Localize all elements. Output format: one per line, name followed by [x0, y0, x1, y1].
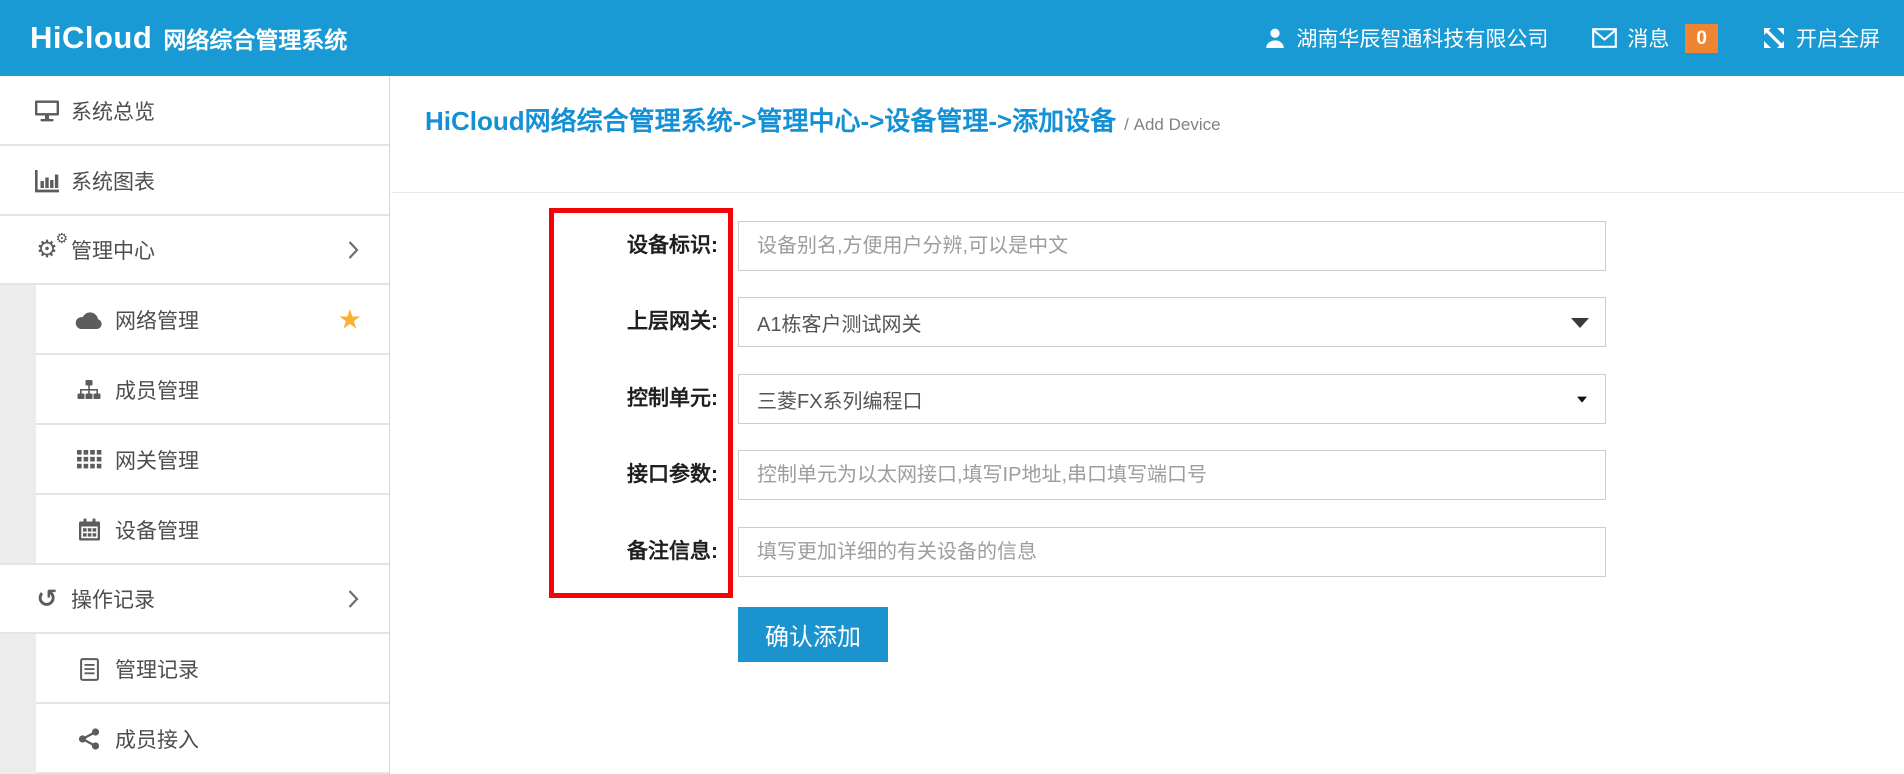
- history-icon: ↺: [32, 587, 62, 612]
- top-bar: HiCloud 网络综合管理系统 湖南华辰智通科技有限公司 消息 0 开启全屏: [0, 0, 1904, 76]
- company-name: 湖南华辰智通科技有限公司: [1296, 23, 1548, 53]
- sidebar-item-label: 操作记录: [71, 584, 155, 614]
- gears-icon: ⚙⚙: [32, 238, 62, 262]
- field-label-device-id: 设备标识:: [420, 221, 718, 271]
- sidebar-item-label: 系统图表: [71, 166, 155, 196]
- messages-label: 消息: [1627, 23, 1669, 53]
- brand-name: HiCloud: [30, 20, 152, 56]
- sidebar-item-label: 网关管理: [115, 445, 199, 475]
- control-unit-select[interactable]: 三菱FX系列编程口: [738, 374, 1606, 424]
- chevron-right-icon: [348, 590, 359, 609]
- upper-gateway-select[interactable]: A1栋客户测试网关: [738, 297, 1606, 347]
- interface-params-field-wrap: [738, 450, 1606, 500]
- chevron-down-icon: [1571, 318, 1589, 328]
- sidebar-item-network-management[interactable]: 网络管理 ★: [0, 285, 389, 355]
- remarks-field-wrap: [738, 527, 1606, 577]
- document-icon: [74, 658, 104, 681]
- interface-params-input[interactable]: [738, 450, 1606, 500]
- control-unit-field-wrap: 三菱FX系列编程口: [738, 374, 1606, 424]
- confirm-add-button[interactable]: 确认添加: [738, 607, 888, 662]
- field-label-interface-params: 接口参数:: [420, 450, 718, 500]
- sidebar: 系统总览 系统图表 ⚙⚙ 管理中心 网络管理 ★ 成员管理 网关管理: [0, 76, 390, 774]
- bar-chart-icon: [32, 169, 62, 193]
- sidebar-item-label: 管理记录: [115, 654, 199, 684]
- topbar-actions: 湖南华辰智通科技有限公司 消息 0 开启全屏: [1264, 23, 1880, 53]
- remarks-input[interactable]: [738, 527, 1606, 577]
- sidebar-item-label: 设备管理: [115, 515, 199, 545]
- app-logo: HiCloud 网络综合管理系统: [30, 20, 347, 56]
- sidebar-item-system-overview[interactable]: 系统总览: [0, 76, 389, 146]
- sidebar-item-label: 成员接入: [115, 724, 199, 754]
- sidebar-item-label: 管理中心: [71, 235, 155, 265]
- user-icon: [1264, 27, 1286, 50]
- sidebar-item-label: 成员管理: [115, 375, 199, 405]
- fullscreen-label: 开启全屏: [1796, 23, 1880, 53]
- cloud-icon: [74, 310, 104, 330]
- sidebar-item-label: 系统总览: [71, 96, 155, 126]
- monitor-icon: [32, 99, 62, 123]
- device-id-field-wrap: [738, 221, 1606, 271]
- envelope-icon: [1592, 28, 1617, 48]
- field-label-upper-gateway: 上层网关:: [420, 297, 718, 347]
- sidebar-item-admin-records[interactable]: 管理记录: [0, 634, 389, 704]
- sidebar-item-gateway-management[interactable]: 网关管理: [0, 425, 389, 495]
- brand-suffix: 网络综合管理系统: [163, 21, 347, 55]
- share-icon: [74, 728, 104, 750]
- grid-icon: [74, 450, 104, 469]
- sidebar-item-admin-center[interactable]: ⚙⚙ 管理中心: [0, 216, 389, 286]
- breadcrumb-path: HiCloud网络综合管理系统->管理中心->设备管理->添加设备: [425, 106, 1116, 136]
- device-id-input[interactable]: [738, 221, 1606, 271]
- field-label-control-unit: 控制单元:: [420, 374, 718, 424]
- chevron-down-icon: [1577, 397, 1587, 403]
- expand-arrows-icon: [1762, 26, 1786, 50]
- upper-gateway-field-wrap: A1栋客户测试网关: [738, 297, 1606, 347]
- content-divider: [391, 192, 1904, 193]
- main-content: HiCloud网络综合管理系统->管理中心->设备管理->添加设备 / Add D…: [391, 76, 1904, 774]
- breadcrumb: HiCloud网络综合管理系统->管理中心->设备管理->添加设备 / Add D…: [425, 101, 1221, 138]
- sidebar-item-device-management[interactable]: 设备管理: [0, 495, 389, 565]
- messages-menu[interactable]: 消息 0: [1592, 23, 1718, 53]
- fullscreen-toggle[interactable]: 开启全屏: [1762, 23, 1880, 53]
- field-label-remarks: 备注信息:: [420, 527, 718, 577]
- sidebar-item-member-management[interactable]: 成员管理: [0, 355, 389, 425]
- chevron-right-icon: [348, 241, 359, 260]
- star-icon: ★: [338, 307, 362, 334]
- sidebar-item-label: 网络管理: [115, 305, 199, 335]
- calendar-icon: [74, 518, 104, 541]
- sidebar-item-system-charts[interactable]: 系统图表: [0, 146, 389, 216]
- messages-count-badge: 0: [1685, 24, 1718, 53]
- account-menu[interactable]: 湖南华辰智通科技有限公司: [1264, 23, 1548, 53]
- sidebar-item-member-access[interactable]: 成员接入: [0, 704, 389, 774]
- breadcrumb-annotation: / Add Device: [1124, 115, 1220, 134]
- control-unit-selected-value: 三菱FX系列编程口: [757, 385, 923, 414]
- sitemap-icon: [74, 379, 104, 401]
- upper-gateway-selected-value: A1栋客户测试网关: [757, 308, 921, 337]
- sidebar-item-operation-records[interactable]: ↺ 操作记录: [0, 565, 389, 635]
